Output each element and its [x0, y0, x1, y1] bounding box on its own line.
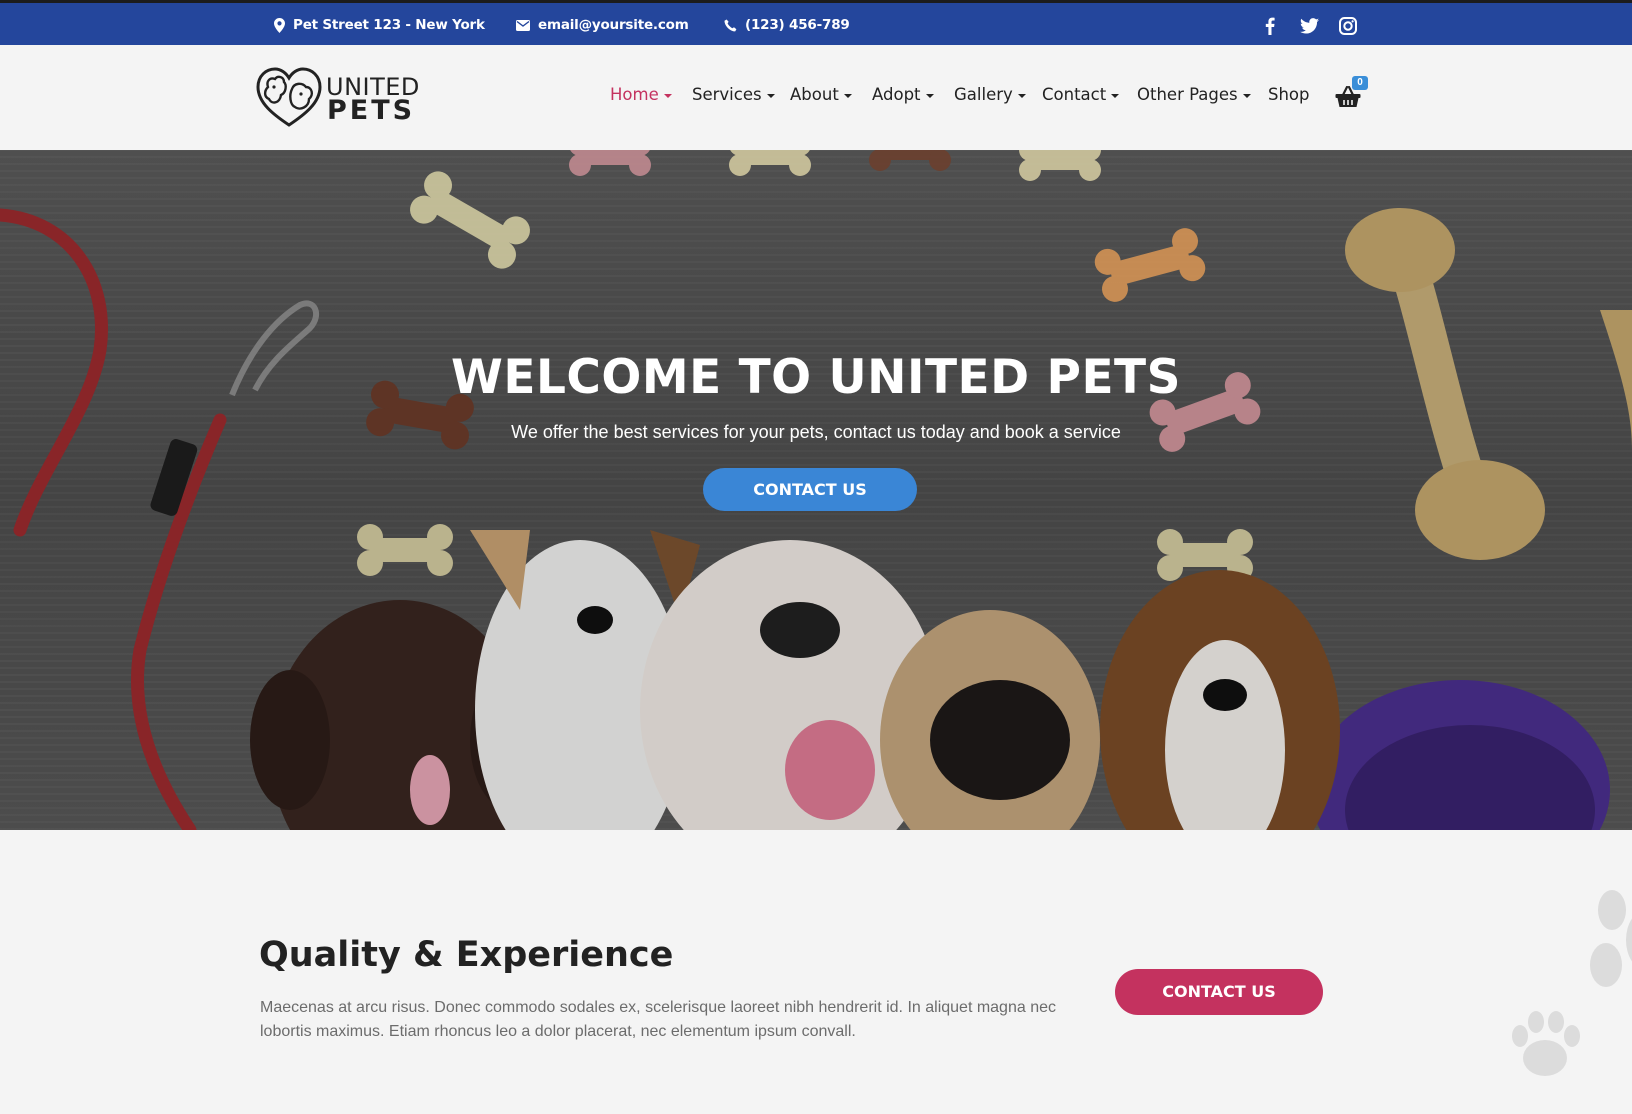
nav-services-label: Services: [692, 85, 762, 104]
twitter-icon[interactable]: [1298, 15, 1320, 37]
instagram-icon[interactable]: [1337, 15, 1359, 37]
caret-down-icon: [766, 93, 775, 98]
nav-about[interactable]: About: [790, 85, 852, 104]
hero-banner: WELCOME TO UNITED PETS We offer the best…: [0, 150, 1632, 830]
nav-gallery-label: Gallery: [954, 85, 1013, 104]
section-contact-button[interactable]: CONTACT US: [1115, 969, 1323, 1015]
quality-section-title: Quality & Experience: [259, 935, 674, 975]
pets-logo-icon: [256, 67, 322, 127]
address-text: Pet Street 123 - New York: [293, 17, 485, 33]
nav-services[interactable]: Services: [692, 85, 775, 104]
nav-other-pages-label: Other Pages: [1137, 85, 1238, 104]
nav-shop-label: Shop: [1268, 85, 1310, 104]
nav-home[interactable]: Home: [610, 85, 672, 104]
address-info: Pet Street 123 - New York: [274, 17, 485, 33]
paw-print-icon: [1590, 890, 1632, 987]
phone-info[interactable]: (123) 456-789: [724, 17, 850, 33]
caret-down-icon: [1242, 93, 1251, 98]
top-bar: Pet Street 123 - New York email@yoursite…: [0, 0, 1632, 45]
facebook-icon[interactable]: [1259, 15, 1281, 37]
cart-count-badge: 0: [1352, 76, 1368, 90]
envelope-icon: [516, 19, 530, 31]
nav-home-label: Home: [610, 85, 659, 104]
nav-other-pages[interactable]: Other Pages: [1137, 85, 1251, 104]
hero-title: WELCOME TO UNITED PETS: [451, 350, 1181, 405]
nav-contact[interactable]: Contact: [1042, 85, 1120, 104]
nav-adopt-label: Adopt: [872, 85, 921, 104]
caret-down-icon: [663, 93, 672, 98]
nav-adopt[interactable]: Adopt: [872, 85, 934, 104]
nav-shop[interactable]: Shop: [1268, 85, 1310, 104]
caret-down-icon: [843, 93, 852, 98]
nav-contact-label: Contact: [1042, 85, 1107, 104]
hero-contact-button[interactable]: CONTACT US: [703, 468, 917, 511]
paw-print-icon: [1512, 1011, 1580, 1076]
email-text: email@yoursite.com: [538, 17, 689, 33]
caret-down-icon: [1017, 93, 1026, 98]
caret-down-icon: [925, 93, 934, 98]
hero-subtitle: We offer the best services for your pets…: [511, 422, 1121, 442]
nav-about-label: About: [790, 85, 839, 104]
phone-icon: [724, 19, 737, 31]
site-logo[interactable]: UNITED PETS: [254, 65, 429, 129]
phone-text: (123) 456-789: [745, 17, 850, 33]
map-marker-icon: [274, 17, 285, 33]
email-info[interactable]: email@yoursite.com: [516, 17, 689, 33]
logo-text-pets: PETS: [327, 95, 416, 126]
quality-section-text: Maecenas at arcu risus. Donec commodo so…: [260, 999, 1056, 1040]
caret-down-icon: [1111, 93, 1120, 98]
nav-gallery[interactable]: Gallery: [954, 85, 1026, 104]
main-header: UNITED PETS Home Services About Adopt Ga…: [0, 45, 1632, 150]
